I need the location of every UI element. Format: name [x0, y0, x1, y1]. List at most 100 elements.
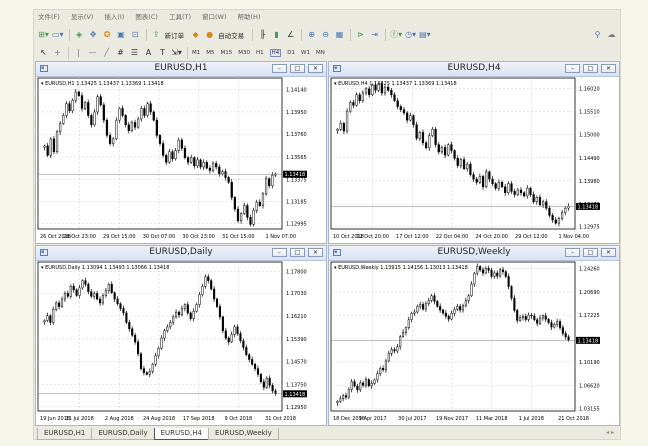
candle-body [362, 382, 365, 386]
text-icon[interactable]: A [143, 46, 154, 59]
maximize-icon[interactable]: □ [290, 248, 305, 257]
auto-scroll-icon[interactable]: ⊳ [355, 28, 366, 41]
terminal-icon[interactable]: ▣ [116, 28, 127, 41]
candle-body [478, 176, 481, 183]
profiles-icon[interactable]: ▭▾ [52, 28, 64, 41]
line-chart-icon[interactable]: ∠ [285, 28, 296, 41]
close-icon[interactable]: ✕ [308, 248, 323, 257]
menu-view[interactable]: 显示(V) [71, 10, 94, 25]
chart-window[interactable]: ▪ EURUSD,Weekly – □ ✕ 1.24260 1.20690 1.17… [328, 245, 620, 426]
chart-canvas[interactable]: 1.17800 1.17030 1.16210 1.15390 1.14570 1.137… [36, 260, 326, 425]
zoom-out-icon[interactable]: ⊖ [320, 28, 331, 41]
menu-help[interactable]: 帮助(H) [238, 10, 261, 25]
minimize-icon[interactable]: – [272, 248, 287, 257]
new-chart-icon[interactable]: ⊞▾ [38, 28, 49, 41]
channel-icon[interactable]: # [115, 46, 126, 59]
candle-body [96, 293, 99, 300]
minimize-icon[interactable]: – [272, 64, 287, 73]
candle-body [462, 159, 466, 169]
y-tick-label: 1.17225 [579, 313, 600, 319]
minimize-icon[interactable]: – [565, 64, 580, 73]
menu-tools[interactable]: 工具(T) [169, 10, 191, 25]
horizontal-line-icon[interactable]: — [87, 46, 98, 59]
maximize-icon[interactable]: □ [290, 64, 305, 73]
chart-shift-icon[interactable]: ⇥ [369, 28, 380, 41]
chart-canvas[interactable]: 1.14140 1.13950 1.13760 1.13565 1.13375 1.131… [36, 76, 326, 243]
templates-icon[interactable]: ▤▾ [419, 28, 431, 41]
maximize-icon[interactable]: □ [583, 248, 598, 257]
chart-window-titlebar[interactable]: ▪ EURUSD,H1 – □ ✕ [36, 62, 326, 77]
autotrade-button[interactable]: 自动交易 [218, 30, 244, 40]
minimize-icon[interactable]: – [565, 248, 580, 257]
candle-body [172, 316, 175, 323]
new-order-button[interactable]: 新订单 [165, 30, 185, 40]
chart-window[interactable]: ▪ EURUSD,H1 – □ ✕ 1.14140 1.13950 1.13760 1… [35, 61, 327, 244]
timeframe-m5[interactable]: M5 [206, 50, 214, 56]
chart-window-titlebar[interactable]: ▪ EURUSD,Weekly – □ ✕ [329, 246, 619, 261]
menu-window[interactable]: 窗口(W) [202, 10, 227, 25]
tab-scroll-arrows-icon[interactable]: ◂ ▸ [606, 429, 614, 436]
new-order-icon[interactable]: ⇪ [151, 28, 162, 41]
vertical-line-icon[interactable]: | [73, 46, 84, 59]
candlestick-chart[interactable]: 1.17800 1.17030 1.16210 1.15390 1.14570 1.137… [36, 260, 326, 425]
tab-eurusd-weekly[interactable]: EURUSD,Weekly [207, 428, 279, 440]
close-icon[interactable]: ✕ [308, 64, 323, 73]
chart-canvas[interactable]: 1.16020 1.15510 1.15000 1.14490 1.13980 1.134… [329, 76, 619, 243]
y-tick-label: 1.17800 [286, 270, 307, 276]
candlestick-chart[interactable]: 1.16020 1.15510 1.15000 1.14490 1.13980 1.134… [329, 76, 619, 243]
chart-canvas[interactable]: 1.24260 1.20690 1.17225 1.10190 1.06620 1.031… [329, 260, 619, 425]
menu-file[interactable]: 文件(F) [38, 10, 60, 25]
text-label-icon[interactable]: T [157, 46, 168, 59]
navigator-icon[interactable]: ✪ [102, 28, 113, 41]
timeframe-h4[interactable]: H4 [269, 48, 282, 57]
indicators-icon[interactable]: ⓕ▾ [390, 28, 402, 41]
x-tick-label: 12 Oct 20:00 [356, 234, 389, 240]
bar-chart-icon[interactable]: ╟ [257, 28, 268, 41]
tab-eurusd-daily[interactable]: EURUSD,Daily [91, 428, 155, 440]
close-icon[interactable]: ✕ [601, 64, 616, 73]
menu-charts[interactable]: 图表(C) [135, 10, 158, 25]
y-tick-label: 1.24260 [579, 266, 600, 272]
timeframe-m15[interactable]: M15 [221, 50, 233, 56]
chat-icon[interactable]: ☁ [606, 28, 617, 41]
autotrade-icon[interactable]: ● [204, 28, 215, 41]
trendline-icon[interactable]: ╱ [101, 46, 112, 59]
fibonacci-icon[interactable]: ☰ [129, 46, 140, 59]
timeframe-h1[interactable]: H1 [256, 50, 264, 56]
market-watch-icon[interactable]: ◈ [74, 28, 85, 41]
timeframe-d1[interactable]: D1 [287, 50, 295, 56]
close-icon[interactable]: ✕ [601, 248, 616, 257]
search-icon[interactable]: ⚲ [592, 28, 603, 41]
candle-body [504, 271, 507, 277]
metaeditor-icon[interactable]: ◆ [190, 28, 201, 41]
candle-body [171, 151, 174, 160]
zoom-in-icon[interactable]: ⊕ [306, 28, 317, 41]
chart-window-titlebar[interactable]: ▪ EURUSD,Daily – □ ✕ [36, 246, 326, 261]
timeframe-m30[interactable]: M30 [238, 50, 250, 56]
timeframe-w1[interactable]: W1 [301, 50, 310, 56]
maximize-icon[interactable]: □ [583, 64, 598, 73]
periods-icon[interactable]: ◷▾ [405, 28, 416, 41]
tab-eurusd-h1[interactable]: EURUSD,H1 [37, 428, 93, 440]
chart-window[interactable]: ▪ EURUSD,Daily – □ ✕ 1.17800 1.17030 1.162… [35, 245, 327, 426]
strategy-tester-icon[interactable]: ⊡ [130, 28, 141, 41]
chart-window-titlebar[interactable]: ▪ EURUSD,H4 – □ ✕ [329, 62, 619, 77]
candle-body [402, 109, 406, 114]
candle-body [224, 330, 227, 339]
candle-body [193, 157, 196, 167]
tab-eurusd-h4[interactable]: EURUSD,H4 [153, 428, 209, 440]
timeframe-m1[interactable]: M1 [192, 50, 200, 56]
tile-windows-icon[interactable]: ▦ [334, 28, 345, 41]
menu-insert[interactable]: 插入(I) [104, 10, 124, 25]
chart-window[interactable]: ▪ EURUSD,H4 – □ ✕ 1.16020 1.15510 1.15000 1… [328, 61, 620, 244]
cursor-icon[interactable]: ↖ [38, 46, 49, 59]
candlestick-chart[interactable]: 1.141401.139501.137601.135651.133751.131… [36, 76, 326, 243]
candlestick-chart[interactable]: 1.24260 1.20690 1.17225 1.10190 1.06620 1.031… [329, 260, 619, 425]
candle-body [243, 205, 246, 215]
candlestick-chart-icon[interactable]: ▮ [271, 28, 282, 41]
candle-body [125, 312, 128, 323]
timeframe-mn[interactable]: MN [316, 50, 325, 56]
arrows-icon[interactable]: ⇲▾ [171, 46, 182, 59]
crosshair-icon[interactable]: + [52, 46, 63, 59]
data-window-icon[interactable]: ✥ [88, 28, 99, 41]
